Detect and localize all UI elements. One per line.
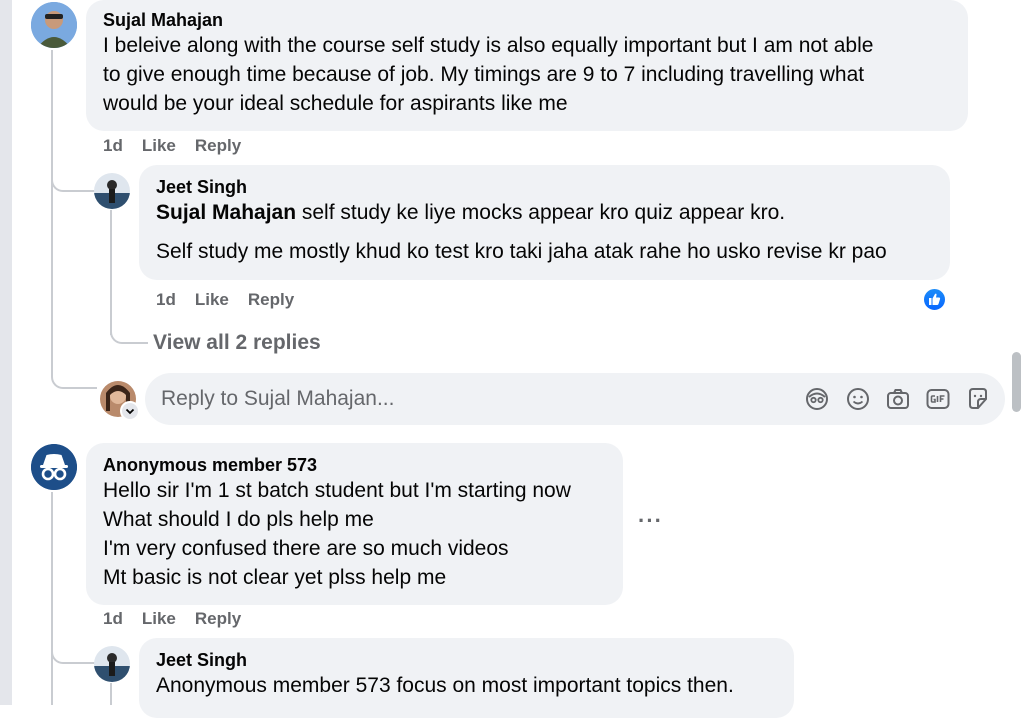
- comment-text-line: I'm very confused there are so much vide…: [103, 537, 509, 560]
- thread-line: [110, 683, 112, 705]
- user-photo-icon: [94, 173, 130, 209]
- thread-connector: [51, 168, 97, 192]
- comment-bubble: Sujal Mahajan I beleive along with the c…: [86, 0, 968, 131]
- reply-meta: 1d Like Reply: [156, 290, 313, 310]
- thread-connector: [51, 640, 97, 664]
- avatar[interactable]: [94, 173, 130, 209]
- thread-line: [110, 210, 112, 335]
- sticker-icon[interactable]: [965, 386, 991, 412]
- like-button[interactable]: Like: [195, 290, 229, 309]
- reply-bubble: Jeet Singh Anonymous member 573 focus on…: [139, 638, 794, 718]
- thread-connector: [110, 320, 148, 344]
- comment-text-line: Hello sir I'm 1 st batch student but I'm…: [103, 479, 571, 502]
- reply-button[interactable]: Reply: [248, 290, 294, 309]
- anonymous-avatar[interactable]: [31, 444, 77, 490]
- timestamp[interactable]: 1d: [103, 609, 123, 628]
- camera-icon[interactable]: [885, 386, 911, 412]
- reply-author[interactable]: Jeet Singh: [156, 649, 777, 671]
- thumbs-up-icon: [929, 293, 941, 305]
- account-switch-chevron-icon[interactable]: [120, 401, 140, 421]
- comment-text-line: I beleive along with the course self stu…: [103, 34, 874, 57]
- comment-text-line: Mt basic is not clear yet plss help me: [103, 566, 447, 589]
- like-button[interactable]: Like: [142, 609, 176, 628]
- scrollbar-thumb[interactable]: [1012, 352, 1021, 412]
- gif-icon[interactable]: [925, 386, 951, 412]
- view-all-replies-link[interactable]: View all 2 replies: [153, 331, 321, 355]
- emoji-icon[interactable]: [845, 386, 871, 412]
- avatar[interactable]: [31, 2, 77, 48]
- timestamp[interactable]: 1d: [156, 290, 176, 309]
- reply-bubble: Jeet Singh Sujal Mahajan self study ke l…: [139, 165, 950, 280]
- anonymous-member-icon: [31, 444, 77, 490]
- thread-line: [51, 50, 53, 370]
- comment-text-line: What should I do pls help me: [103, 508, 374, 531]
- mention-link[interactable]: Sujal Mahajan: [156, 201, 296, 224]
- thread-line: [51, 492, 53, 705]
- reply-button[interactable]: Reply: [195, 609, 241, 628]
- left-panel-edge: [0, 0, 12, 705]
- timestamp[interactable]: 1d: [103, 136, 123, 155]
- reply-text-line: Sujal Mahajan self study ke liye mocks a…: [156, 198, 933, 227]
- reply-button[interactable]: Reply: [195, 136, 241, 155]
- comment-text-line: would be your ideal schedule for aspiran…: [103, 92, 568, 115]
- comment-bubble: Anonymous member 573 Hello sir I'm 1 st …: [86, 443, 623, 605]
- comment-author[interactable]: Anonymous member 573: [103, 454, 606, 476]
- comment-text-line: to give enough time because of job. My t…: [103, 63, 865, 86]
- comment-meta: 1d Like Reply: [103, 609, 260, 629]
- thread-connector: [51, 362, 97, 389]
- reply-input-placeholder: Reply to Sujal Mahajan...: [161, 387, 395, 410]
- user-photo-icon: [94, 646, 130, 682]
- like-button[interactable]: Like: [142, 136, 176, 155]
- like-reaction-icon[interactable]: [922, 287, 947, 312]
- reply-text-line: Anonymous member 573 focus on most impor…: [156, 674, 734, 697]
- reply-text: self study ke liye mocks appear kro quiz…: [296, 201, 786, 224]
- avatar[interactable]: [94, 646, 130, 682]
- reply-text-line: Self study me mostly khud ko test kro ta…: [156, 240, 887, 263]
- avatar-sticker-icon[interactable]: [804, 386, 830, 412]
- comment-author[interactable]: Sujal Mahajan: [103, 9, 951, 31]
- reply-input[interactable]: Reply to Sujal Mahajan...: [145, 373, 1005, 425]
- user-photo-icon: [31, 2, 77, 48]
- more-options-icon[interactable]: ···: [638, 508, 663, 534]
- reply-author[interactable]: Jeet Singh: [156, 176, 933, 198]
- comment-meta: 1d Like Reply: [103, 136, 260, 156]
